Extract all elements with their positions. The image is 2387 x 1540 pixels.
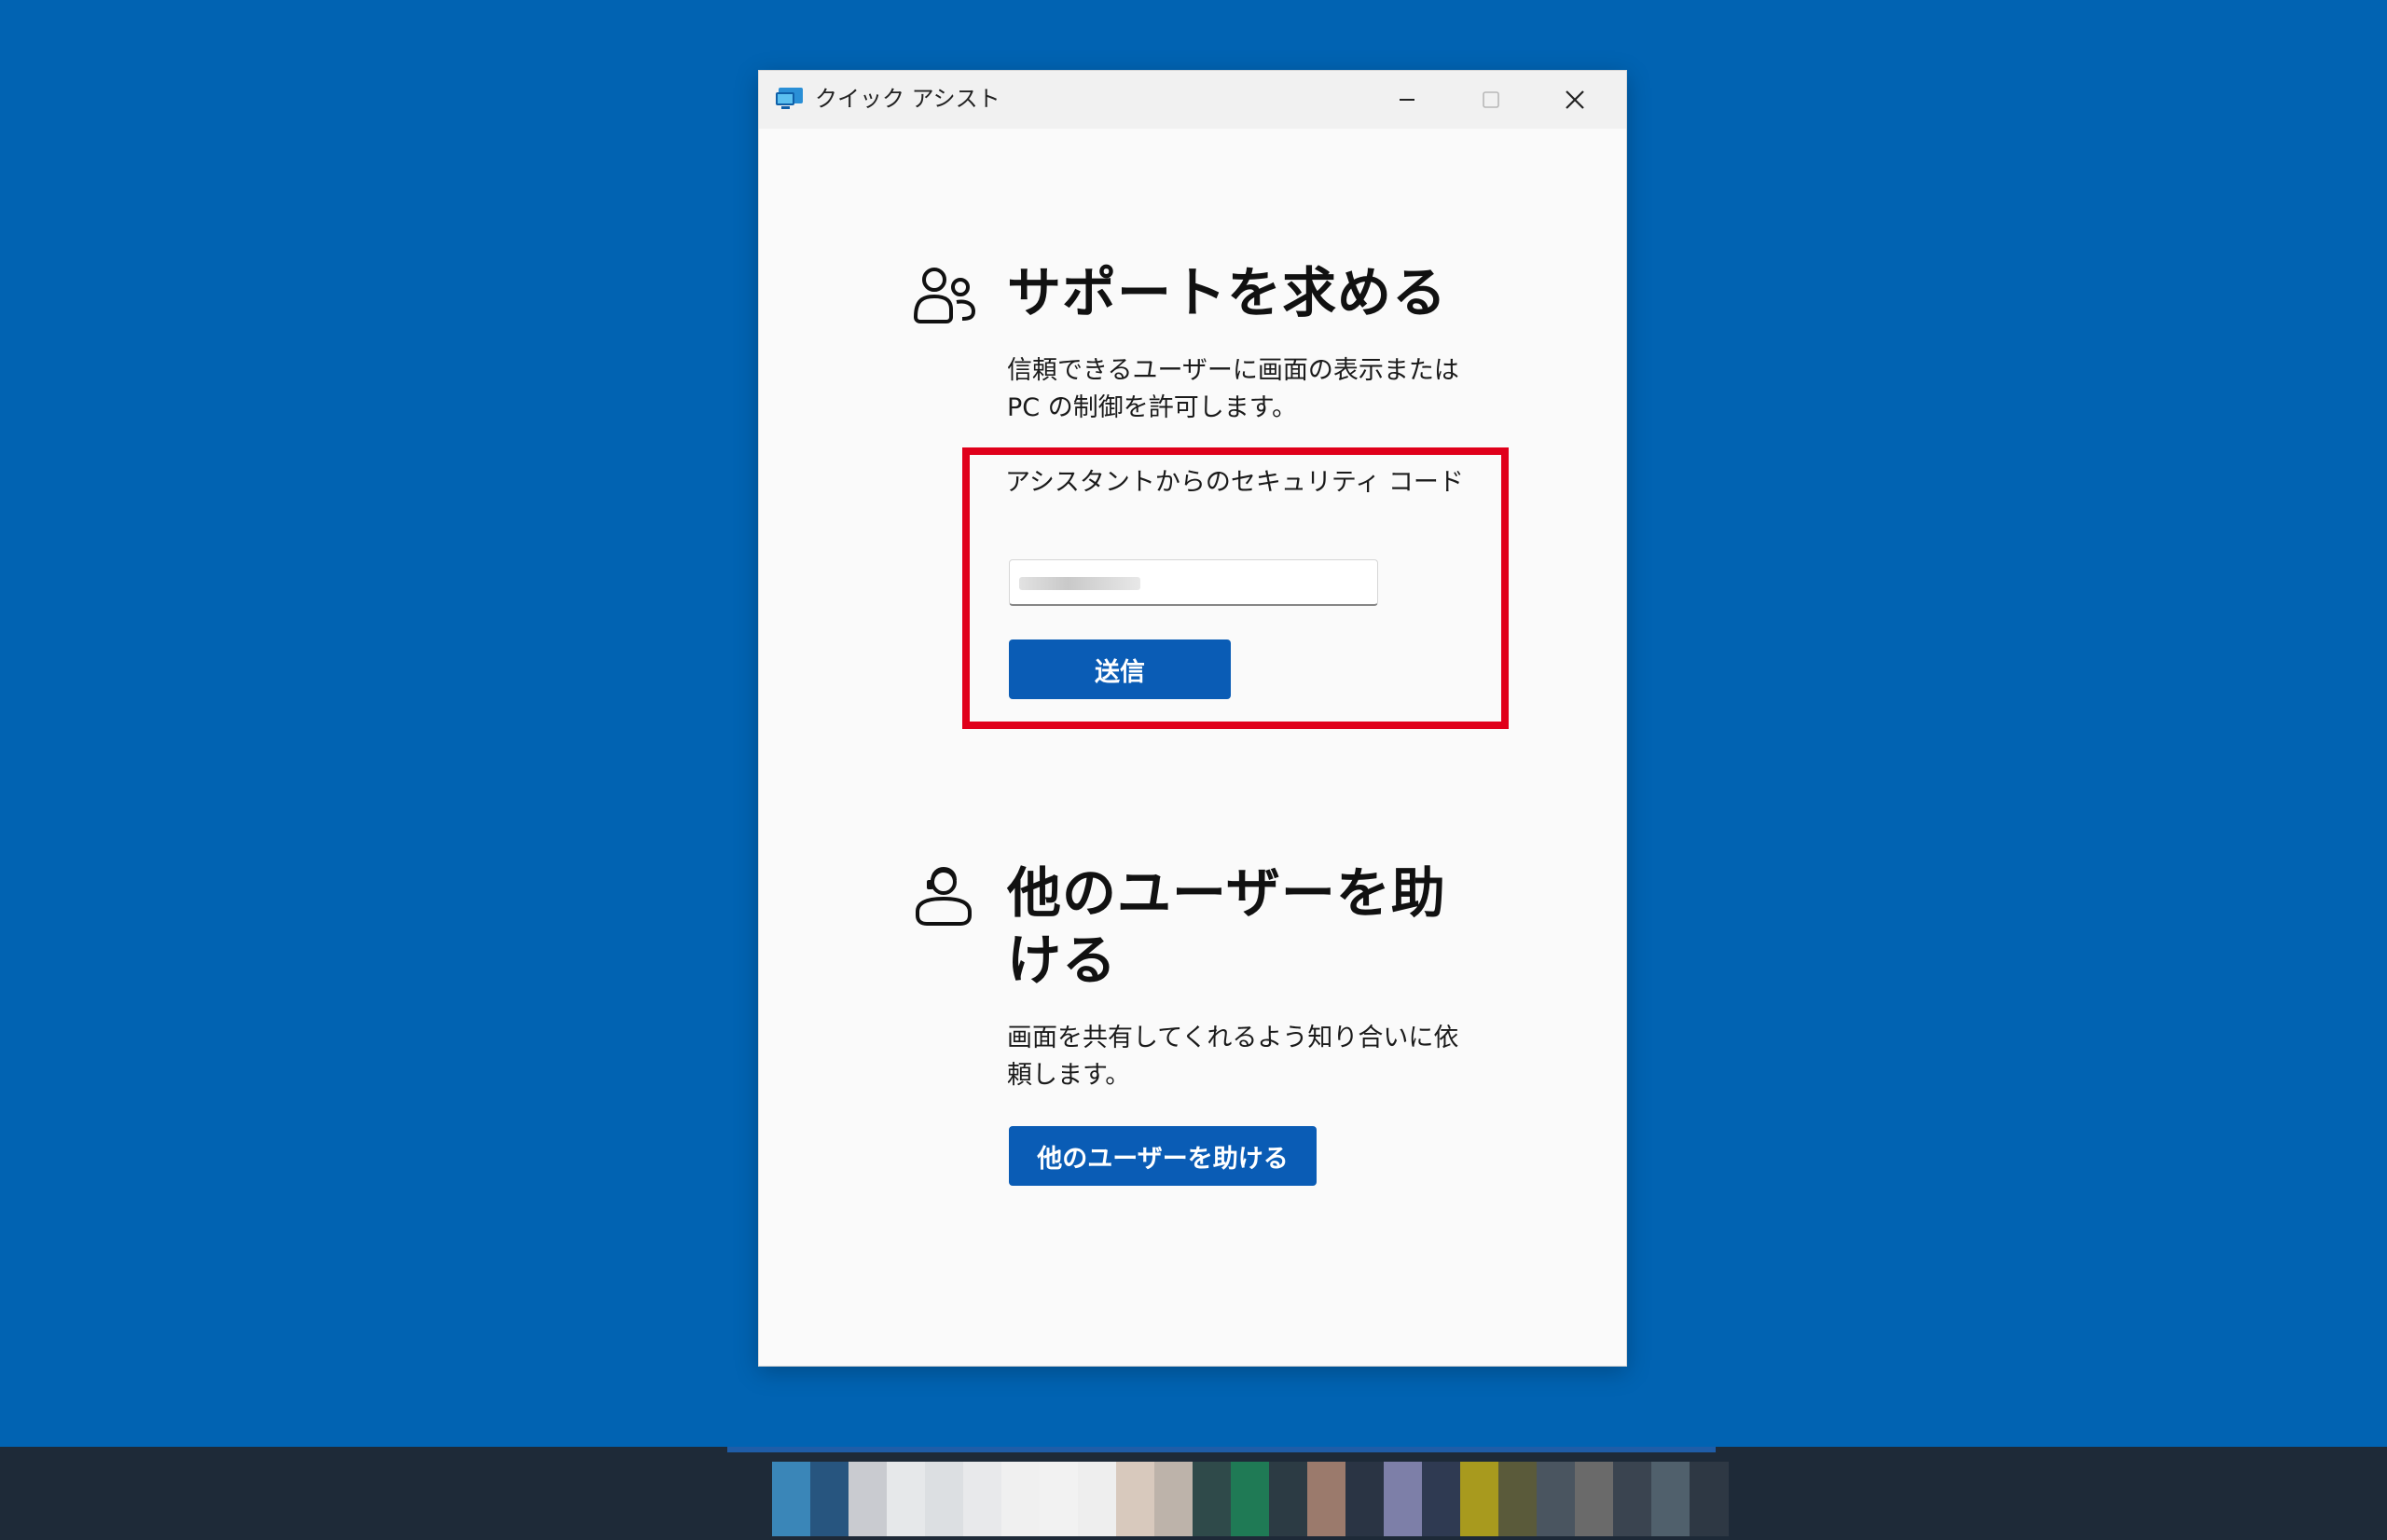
window-title: クイック アシスト — [815, 86, 1000, 112]
taskbar-app-icon-18[interactable] — [1422, 1462, 1461, 1536]
quick-assist-app-icon — [776, 88, 803, 109]
taskbar-app-icon-23[interactable] — [1613, 1462, 1652, 1536]
taskbar-app-icon-14[interactable] — [1269, 1462, 1308, 1536]
taskbar-accent-line — [727, 1447, 1716, 1452]
taskbar-app-icon-5[interactable] — [925, 1462, 964, 1536]
taskbar-app-icon-3[interactable] — [849, 1462, 888, 1536]
taskbar-app-icon-9[interactable] — [1078, 1462, 1117, 1536]
people-icon — [913, 268, 976, 323]
taskbar-app-icon-17[interactable] — [1384, 1462, 1423, 1536]
give-help-heading: 他のユーザーを助ける — [1007, 861, 1446, 992]
submit-button[interactable]: 送信 — [1009, 639, 1231, 699]
quick-assist-window: クイック アシスト サポートを求める 信頼できるユーザーに画面の表示または PC… — [759, 71, 1626, 1366]
close-button[interactable] — [1533, 71, 1617, 129]
taskbar-app-icon-19[interactable] — [1460, 1462, 1499, 1536]
taskbar-app-icon-7[interactable] — [1001, 1462, 1041, 1536]
taskbar-app-icon-6[interactable] — [963, 1462, 1002, 1536]
taskbar-app-icon-10[interactable] — [1116, 1462, 1155, 1536]
taskbar-app-icon-20[interactable] — [1498, 1462, 1538, 1536]
taskbar-app-icon-11[interactable] — [1154, 1462, 1194, 1536]
taskbar-app-icon-22[interactable] — [1575, 1462, 1614, 1536]
help-someone-button[interactable]: 他のユーザーを助ける — [1009, 1126, 1317, 1186]
title-bar[interactable]: クイック アシスト — [759, 71, 1626, 129]
taskbar-app-icon-24[interactable] — [1651, 1462, 1690, 1536]
taskbar-app-icon-8[interactable] — [1040, 1462, 1079, 1536]
get-help-heading: サポートを求める — [1007, 261, 1448, 324]
person-support-icon — [916, 866, 972, 926]
minimize-icon — [1400, 99, 1414, 101]
taskbar-app-icon-1[interactable] — [772, 1462, 811, 1536]
taskbar-app-icon-4[interactable] — [887, 1462, 926, 1536]
minimize-button[interactable] — [1365, 71, 1449, 129]
taskbar-app-icon-25[interactable] — [1690, 1462, 1729, 1536]
close-icon — [1566, 90, 1584, 109]
maximize-button — [1449, 71, 1533, 129]
taskbar-app-icon-13[interactable] — [1231, 1462, 1270, 1536]
security-code-label: アシスタントからのセキュリティ コード — [1005, 468, 1464, 497]
taskbar-app-icon-21[interactable] — [1537, 1462, 1576, 1536]
taskbar-app-icon-15[interactable] — [1307, 1462, 1346, 1536]
maximize-icon — [1483, 91, 1499, 108]
taskbar-app-icon-12[interactable] — [1193, 1462, 1232, 1536]
security-code-input[interactable] — [1009, 559, 1378, 606]
taskbar-app-icon-2[interactable] — [810, 1462, 849, 1536]
redacted-code-text — [1019, 577, 1140, 590]
give-help-description: 画面を共有してくれるよう知り合いに依頼します。 — [1007, 1024, 1459, 1090]
taskbar-app-icon-16[interactable] — [1345, 1462, 1385, 1536]
get-help-description: 信頼できるユーザーに画面の表示または PC の制御を許可します。 — [1007, 356, 1459, 422]
taskbar — [0, 1447, 2387, 1540]
